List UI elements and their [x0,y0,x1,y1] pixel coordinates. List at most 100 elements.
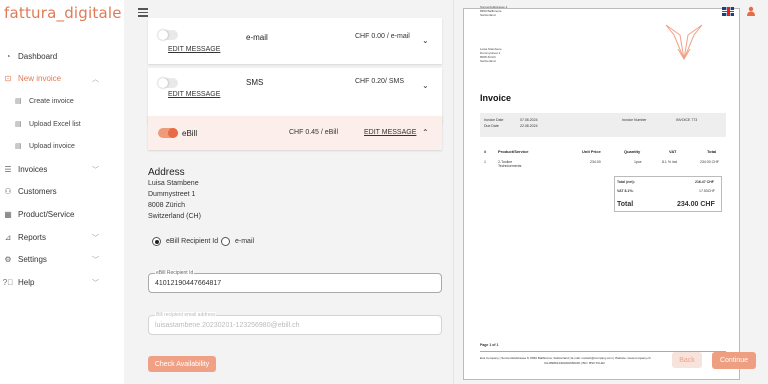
continue-button[interactable]: Continue [712,352,756,369]
table-cell: 2-Tooline Technicements [498,160,522,168]
sidebar-item-label: Help [18,277,35,287]
page-number: Page 1 of 1 [480,343,499,347]
sidebar-item-help[interactable]: ?⃝ Help [2,276,35,288]
edit-message-link[interactable]: EDIT MESSAGE [168,91,220,98]
address-title: Address [148,167,185,178]
sidebar-sub-label: Create invoice [29,97,74,105]
sidebar-item-label: New invoice [18,73,62,83]
table-cell: 1 [484,160,486,164]
chevron-up-icon[interactable]: ⌃ [422,128,429,137]
sidebar: fattura_digitale ◔ Dashboard ⊡ New invoi… [0,0,124,384]
table-cell: 234.00 [590,160,601,164]
radio-ebill-recipient-id[interactable] [152,237,161,246]
menu-toggle-icon[interactable] [138,8,148,17]
table-header: VAT [669,149,677,154]
sidebar-sub-upload-excel[interactable]: ▤ Upload Excel list [15,119,81,129]
sidebar-item-settings[interactable]: ⚙ Settings [3,253,47,265]
email-toggle[interactable] [158,30,178,40]
check-availability-button[interactable]: Check Availability [148,356,216,372]
users-icon: ⚇ [4,186,12,196]
table-header: Total [707,149,717,154]
sms-toggle[interactable] [158,78,178,88]
table-header: Quantity [624,149,641,154]
radio-label: e-mail [235,238,255,245]
list-icon: ☰ [4,164,12,174]
chevron-down-icon[interactable]: ﹀ [92,233,99,243]
address-line: Dummystreet 1 [148,191,196,198]
user-icon[interactable] [746,6,756,16]
sidebar-sub-label: Upload invoice [29,142,75,150]
invoice-preview: Sonnenfeldstrasse 4 8950 Ballbinorie Swi… [463,5,740,380]
chevron-down-icon[interactable]: ﹀ [92,278,99,288]
invoice-title: Invoice [480,93,512,103]
chevron-down-icon[interactable]: ﹀ [92,255,99,265]
language-flag-icon[interactable] [722,7,734,16]
table-cell: 234.00 CHF [700,160,719,164]
table-cell: 1pce [634,160,642,164]
back-button[interactable]: Back [672,352,702,368]
sidebar-item-label: Customers [18,186,57,196]
channel-name: SMS [246,78,264,87]
chevron-up-icon[interactable]: ︿ [92,74,99,84]
table-header: Unit Price [582,149,601,154]
sidebar-sub-upload-invoice[interactable]: ▤ Upload invoice [15,141,75,151]
address-line: Switzerland (CH) [148,213,201,220]
chevron-down-icon[interactable]: ⌄ [422,81,429,90]
channel-card-email: e-mail CHF 0.00 / e-mail EDIT MESSAGE ⌄ [148,18,442,64]
sidebar-item-reports[interactable]: ⊿ Reports [3,231,46,243]
document-icon: ▤ [15,98,22,105]
table-cell: 8.1 % incl [662,160,678,164]
table-header: # [484,149,487,154]
document-icon: ▤ [15,143,22,150]
new-invoice-icon: ⊡ [4,73,12,83]
gear-icon: ⚙ [4,254,12,264]
product-icon: ▦ [4,209,12,219]
panel-divider [453,0,454,384]
chevron-down-icon[interactable]: ﹀ [92,165,99,175]
edit-message-link[interactable]: EDIT MESSAGE [168,46,220,53]
radio-email[interactable] [221,237,230,246]
totals-box: Total (net): 216.47 CHF VAT 8.1%: 17.53C… [614,176,722,212]
address-line: 8008 Zürich [148,202,185,209]
recipient-address: Luisa Stambene Dummystreet 1 8008 Zürich… [480,47,502,63]
ebill-recipient-id-input[interactable]: eBill Recipient Id 41012190447664817 [148,270,442,293]
sidebar-item-label: Settings [18,254,47,264]
channel-price: CHF 0.20/ SMS [355,78,405,85]
sidebar-item-label: Product/Service [18,209,75,219]
document-icon: ▤ [15,121,22,128]
sidebar-item-label: Invoices [18,164,48,174]
sidebar-item-invoices[interactable]: ☰ Invoices [3,163,47,175]
field-value: 41012190447664817 [155,280,222,287]
field-label: eBill Recipient Id [155,270,195,276]
sidebar-item-product-service[interactable]: ▦ Product/Service [3,208,74,220]
channel-price: CHF 0.00 / e-mail [355,33,410,40]
dashboard-icon: ◔ [5,51,11,61]
sidebar-item-dashboard[interactable]: ◔ Dashboard [3,50,58,62]
sidebar-item-new-invoice[interactable]: ⊡ New invoice [3,72,62,84]
reports-icon: ⊿ [4,232,12,242]
sidebar-item-label: Dashboard [18,51,58,61]
footer-line: Eva Company | Sonnenfeldstrasse 8, 8950 … [480,356,651,360]
channel-card-ebill: eBill CHF 0.45 / eBill EDIT MESSAGE ⌃ [148,116,442,150]
table-header: Product/Service [498,149,529,154]
channel-price: CHF 0.45 / eBill [289,129,339,136]
recipient-email-input[interactable]: Bill recipient email address luisastambe… [148,312,442,335]
edit-message-link[interactable]: EDIT MESSAGE [364,129,416,136]
sidebar-sub-label: Upload Excel list [29,120,81,128]
help-icon: ?⃝ [2,277,14,287]
invoice-meta: Invoice Date 07.08.2024 Due Date 22.08.2… [480,113,726,137]
footer-line: CH1898914400200050030 | BIC: BSCTCH22 [544,361,605,365]
field-value: luisastambene.20230201-123256980@ebill.c… [155,322,300,329]
sender-address: Sonnenfeldstrasse 4 8950 Ballbinorie Swi… [480,5,508,17]
sidebar-sub-create-invoice[interactable]: ▤ Create invoice [15,96,74,106]
channel-name: eBill [182,129,198,138]
chevron-down-icon[interactable]: ⌄ [422,36,429,45]
app-logo[interactable]: fattura_digitale [4,4,122,22]
ebill-toggle[interactable] [158,128,178,138]
sidebar-item-label: Reports [18,232,47,242]
sidebar-item-customers[interactable]: ⚇ Customers [3,185,57,197]
radio-label: eBill Recipient Id [166,238,219,245]
delivery-channels-panel: e-mail CHF 0.00 / e-mail EDIT MESSAGE ⌄ … [148,18,444,384]
company-logo [665,24,703,60]
channel-name: e-mail [246,33,268,42]
